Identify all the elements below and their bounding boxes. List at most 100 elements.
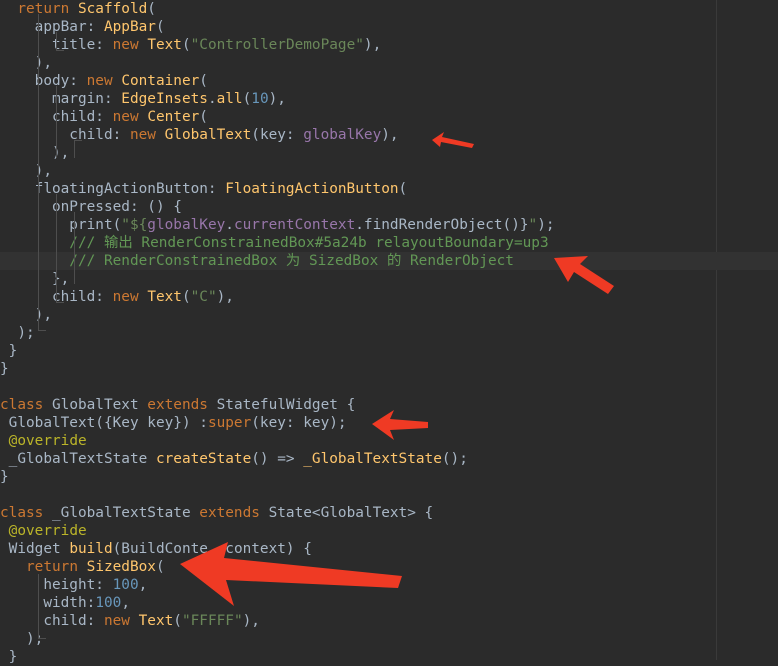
code-token: new — [112, 289, 139, 305]
code-line: ), — [0, 144, 778, 162]
code-token: 10 — [251, 91, 269, 107]
code-token: context) { — [225, 541, 312, 557]
code-line: } — [0, 468, 778, 486]
code-line: height: 100, — [0, 576, 778, 594]
code-token: , — [138, 577, 148, 593]
indent-guide — [56, 50, 64, 51]
indent-guide — [74, 140, 82, 141]
code-token: Text — [138, 613, 174, 629]
code-token: () => — [251, 451, 304, 467]
code-line: margin: EdgeInsets.all(10), — [0, 90, 778, 108]
indent-guide — [38, 330, 46, 331]
code-token: ), — [363, 37, 382, 53]
code-line: child: new Center( — [0, 108, 778, 126]
code-token: ( — [155, 559, 165, 575]
code-token: . — [225, 217, 234, 233]
code-line: _GlobalTextState createState() => _Globa… — [0, 450, 778, 468]
code-line: child: new GlobalText(key: globalKey), — [0, 126, 778, 144]
code-token: ( — [181, 37, 191, 53]
code-token: . — [207, 91, 217, 107]
indent-guide — [38, 14, 39, 330]
code-line: appBar: AppBar( — [0, 18, 778, 36]
code-line: } — [0, 360, 778, 378]
code-line: child: new Text("C"), — [0, 288, 778, 306]
code-token: "C" — [190, 289, 217, 305]
code-token: 100 — [112, 577, 139, 593]
code-token: ( — [147, 1, 156, 17]
code-editor[interactable]: return Scaffold( appBar: AppBar( title: … — [0, 0, 778, 665]
code-line: @override — [0, 432, 778, 450]
code-token: FloatingActionButton — [225, 181, 399, 197]
code-token: _GlobalTextState — [0, 451, 156, 467]
code-token: margin: — [0, 91, 122, 107]
code-line: } — [0, 648, 778, 666]
code-token: build — [69, 541, 113, 557]
code-token: ); — [0, 631, 44, 647]
code-line: Widget build(BuildConte context) { — [0, 540, 778, 558]
code-token: super — [207, 415, 252, 431]
code-token: ), — [381, 127, 399, 143]
code-token: GlobalText — [164, 127, 252, 143]
code-token: ), — [242, 613, 260, 629]
code-token: globalKey — [303, 127, 382, 143]
code-token: } — [0, 343, 18, 359]
code-token: EdgeInsets — [121, 91, 208, 107]
code-token: extends — [147, 397, 208, 413]
code-line: return SizedBox( — [0, 558, 778, 576]
code-token: Widget — [0, 541, 70, 557]
code-token: new — [112, 37, 139, 53]
code-token: SizedBox — [86, 559, 156, 575]
code-line: body: new Container( — [0, 72, 778, 90]
code-token: ( — [199, 109, 208, 125]
code-token: Center — [147, 109, 200, 125]
code-line: return Scaffold( — [0, 0, 778, 18]
code-token: }, — [0, 271, 70, 287]
code-token: ( — [398, 181, 408, 197]
code-line: ); — [0, 324, 778, 342]
code-line: class _GlobalTextState extends State<Glo… — [0, 504, 778, 522]
code-token: @override — [8, 523, 87, 539]
code-line: print("${globalKey.currentContext.findRe… — [0, 216, 778, 234]
code-line: ), — [0, 306, 778, 324]
code-token: } — [0, 469, 9, 485]
code-token: ), — [0, 55, 52, 71]
code-token: body: — [0, 73, 87, 89]
code-token: "${ — [121, 217, 148, 233]
code-token: ( — [155, 19, 165, 35]
indent-guide — [56, 32, 57, 50]
code-line: GlobalText({Key key}) :super(key: key); — [0, 414, 778, 432]
indent-guide — [56, 302, 64, 303]
code-token: new — [112, 109, 139, 125]
code-line: onPressed: () { — [0, 198, 778, 216]
code-token: , — [121, 595, 130, 611]
indent-guide — [56, 194, 57, 302]
code-token: class — [0, 397, 44, 413]
indent-guide — [74, 140, 75, 158]
code-token: Text — [147, 289, 182, 305]
code-token: ), — [268, 91, 286, 107]
code-line: ), — [0, 54, 778, 72]
code-line: ); — [0, 630, 778, 648]
code-token: Container — [121, 73, 200, 89]
code-line: }, — [0, 270, 778, 288]
code-token: extends — [199, 505, 260, 521]
code-token: GlobalText — [43, 397, 148, 413]
code-token: StatefulWidget { — [207, 397, 356, 413]
code-token: ), — [0, 307, 52, 323]
code-token: (key: — [251, 127, 304, 143]
code-line: } — [0, 342, 778, 360]
code-token: ), — [0, 163, 52, 179]
code-token: " — [528, 217, 538, 233]
code-token: onPressed: () { — [0, 199, 182, 215]
